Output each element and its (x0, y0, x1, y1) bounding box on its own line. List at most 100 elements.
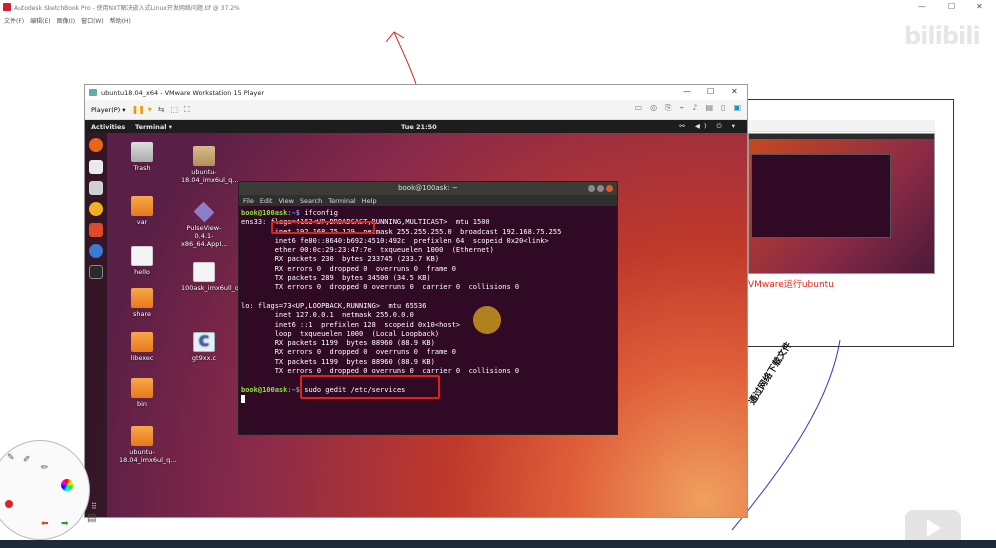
files-icon[interactable] (89, 181, 103, 195)
menu-edit[interactable]: 编辑(E) (30, 16, 50, 25)
minimize-icon[interactable]: — (918, 2, 926, 11)
terminal-cursor (241, 394, 245, 403)
fullscreen-icon[interactable]: ⛶ (184, 105, 190, 115)
vmware-device-icons: ▭ ◎ ⎘ ⌁ ♪ ▤ ▯ ▣ (635, 103, 741, 113)
desktop-icon-bin[interactable]: bin (119, 378, 165, 408)
terminal-menu-search[interactable]: Search (300, 197, 322, 205)
desktop-icon-trash[interactable]: Trash (119, 142, 165, 172)
desktop-icon-label: PulseView-0.4.1-x86_64.AppI... (181, 224, 228, 248)
desktop-icon-ubuntu-folder[interactable]: ubuntu-18.04_imx6ul_q... (119, 426, 176, 464)
send-ctrl-alt-del-icon[interactable]: ⇆ (158, 105, 165, 114)
pencil-tool-icon[interactable]: ✏ (41, 463, 49, 473)
terminal-titlebar[interactable]: book@100ask: ~ (239, 182, 617, 195)
terminal-minimize-icon[interactable] (588, 185, 595, 192)
menu-image[interactable]: 图像(I) (57, 16, 75, 25)
brush-tool-icon[interactable]: ✐ (23, 455, 31, 465)
color-wheel-icon[interactable] (61, 479, 73, 491)
terminal-menu-terminal[interactable]: Terminal (328, 197, 355, 205)
maximize-icon[interactable]: ☐ (948, 2, 955, 11)
device-display-icon[interactable]: ▯ (721, 103, 725, 113)
terminal-title: book@100ask: ~ (398, 184, 458, 192)
close-icon[interactable]: ✕ (976, 2, 983, 11)
desktop-icon-label: libexec (130, 354, 154, 362)
terminal-menubar: File Edit View Search Terminal Help (239, 195, 617, 206)
vm-close-icon[interactable]: ✕ (731, 87, 738, 96)
redo-icon[interactable]: ➡ (61, 519, 69, 529)
device-cd-icon[interactable]: ◎ (650, 103, 657, 113)
folder-icon (131, 196, 153, 216)
command-ifconfig: ifconfig (300, 209, 338, 217)
command-highlight-box (300, 375, 440, 399)
menu-window[interactable]: 窗口(W) (81, 16, 104, 25)
sketchbook-tool-wheel[interactable]: ✎ ✐ ✏ ⬅ ➡ ▤ (0, 440, 96, 540)
output-line: inet6 ::1 prefixlen 128 scopeid 0x10<hos… (241, 320, 461, 329)
output-line: TX errors 0 dropped 0 overruns 0 carrier… (241, 283, 520, 292)
prompt-user: book@100ask (241, 209, 288, 217)
unity-icon[interactable]: ⬚ (170, 105, 178, 114)
message-icon[interactable]: ▣ (733, 103, 741, 113)
desktop-icon-pulseview[interactable]: PulseView-0.4.1-x86_64.AppI... (181, 201, 228, 248)
device-sound-icon[interactable]: ♪ (692, 103, 697, 113)
desktop-icon-libexec[interactable]: libexec (119, 332, 165, 362)
desktop-icon-hello[interactable]: hello (119, 246, 165, 276)
sketchbook-app-icon (3, 3, 11, 11)
show-apps-icon[interactable]: ⠿ (91, 502, 97, 511)
system-tray[interactable]: ⚯ ◀) ⏻ ▾ (679, 122, 739, 131)
player-menu[interactable]: Player(P) ▾ (91, 106, 126, 114)
red-arrow-annotation (385, 31, 417, 85)
software-center-icon[interactable] (89, 223, 103, 237)
clock[interactable]: Tue 21:50 (401, 123, 437, 131)
vmware-title: ubuntu18.04_x64 - VMware Workstation 15 … (101, 88, 265, 97)
thunderbird-icon[interactable] (89, 160, 103, 174)
desktop-icon-label: bin (136, 400, 148, 408)
pen-tool-icon[interactable]: ✎ (7, 453, 15, 463)
undo-icon[interactable]: ⬅ (41, 519, 49, 529)
terminal-menu-view[interactable]: View (278, 197, 293, 205)
file-icon (193, 262, 215, 282)
desktop-icon-label: hello (134, 268, 150, 276)
device-usb-icon[interactable]: ⌁ (680, 103, 685, 113)
ubuntu-topbar: Activities Terminal ▾ Tue 21:50 ⚯ ◀) ⏻ ▾ (85, 120, 747, 133)
vm-maximize-icon[interactable]: ☐ (707, 87, 714, 96)
background-terminal (751, 154, 891, 238)
folder-icon (131, 426, 153, 446)
output-line: TX packets 289 bytes 34500 (34.5 KB) (241, 274, 431, 283)
record-icon[interactable] (5, 500, 13, 508)
pause-icon[interactable]: ❚❚ ▾ (132, 105, 152, 114)
desktop-icon-share[interactable]: share (119, 288, 165, 318)
activities-button[interactable]: Activities (91, 123, 125, 131)
desktop-icon-dtb[interactable]: 100ask_imx6ull_qemu.dtb (181, 262, 266, 292)
rhythmbox-icon[interactable] (89, 202, 103, 216)
folder-icon (131, 288, 153, 308)
sketchbook-title: Autodesk SketchBook Pro - 使用NXT解决嵌入式Linu… (14, 4, 240, 12)
terminal-window-controls (588, 185, 613, 192)
device-disk-icon[interactable]: ▭ (635, 103, 643, 113)
device-network-icon[interactable]: ⎘ (665, 103, 671, 113)
vmware-logo-icon (89, 89, 97, 96)
terminal-close-icon[interactable] (606, 185, 613, 192)
folder-icon (131, 332, 153, 352)
desktop-icon-label: gt9xx.c (191, 354, 217, 362)
prompt-path: :~$ (287, 385, 301, 394)
terminal-maximize-icon[interactable] (597, 185, 604, 192)
device-printer-icon[interactable]: ▤ (705, 103, 713, 113)
prompt-path: :~$ (287, 209, 301, 217)
firefox-icon[interactable] (89, 138, 103, 152)
vm-minimize-icon[interactable]: — (683, 87, 691, 96)
terminal-menu-help[interactable]: Help (362, 197, 377, 205)
terminal-menu-file[interactable]: File (243, 197, 254, 205)
terminal-dock-icon[interactable] (89, 265, 103, 279)
background-caption: VMware运行ubuntu (748, 280, 834, 290)
ubuntu-desktop: Activities Terminal ▾ Tue 21:50 ⚯ ◀) ⏻ ▾… (85, 120, 747, 517)
menu-help[interactable]: 帮助(H) (110, 16, 131, 25)
terminal-menu-edit[interactable]: Edit (260, 197, 273, 205)
help-icon[interactable] (89, 244, 103, 258)
desktop-icon-gt9xx[interactable]: C gt9xx.c (181, 332, 227, 362)
desktop-icon-var[interactable]: var (119, 196, 165, 226)
layers-icon[interactable]: ▤ (87, 513, 96, 524)
menu-file[interactable]: 文件(F) (4, 16, 24, 25)
output-line: RX packets 230 bytes 233745 (233.7 KB) (241, 255, 440, 264)
bilibili-watermark: bilibili (904, 22, 981, 50)
terminal-app-menu[interactable]: Terminal ▾ (135, 123, 172, 131)
desktop-icon-ubuntu-tgz[interactable]: ubuntu-18.04_imx6ul_q... (181, 146, 238, 184)
